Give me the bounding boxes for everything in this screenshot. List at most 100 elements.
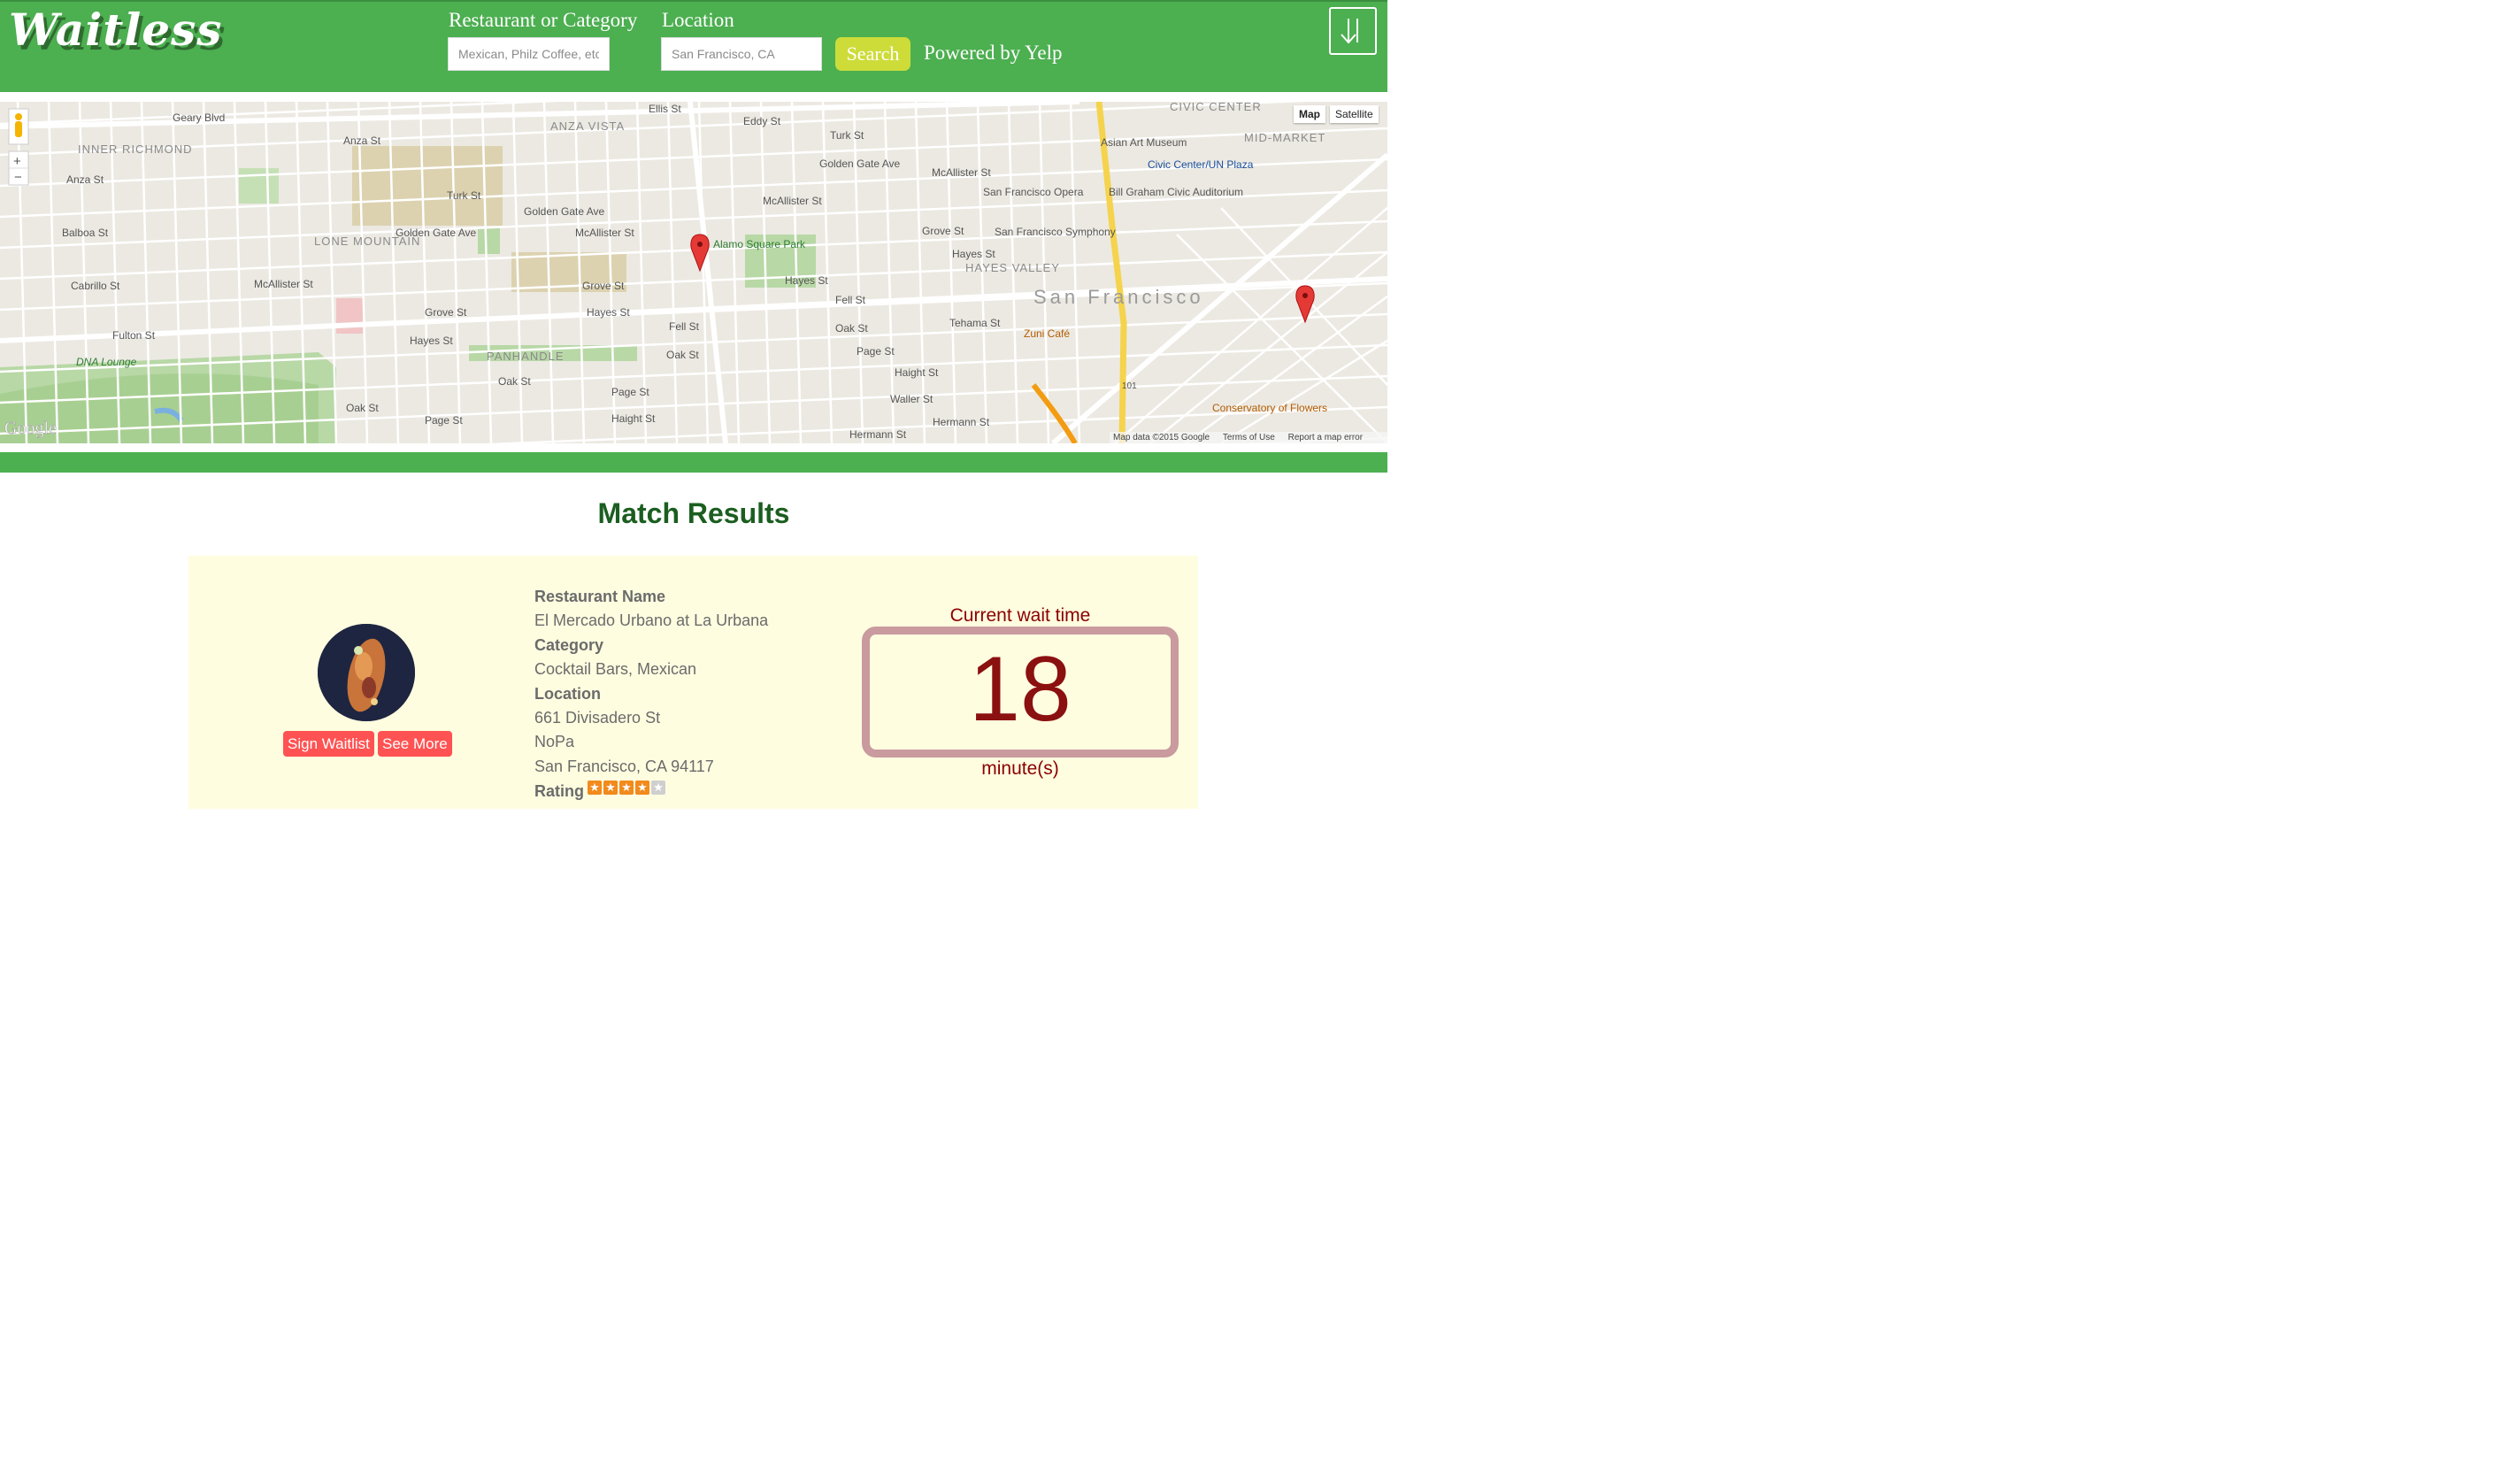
sign-waitlist-button[interactable]: Sign Waitlist bbox=[283, 731, 374, 757]
map-canvas[interactable]: Geary Blvd Anza St Anza St Balboa St Cab… bbox=[0, 102, 1387, 443]
street-label: Hayes St bbox=[785, 274, 828, 287]
street-label: Turk St bbox=[447, 189, 481, 202]
street-label: Fell St bbox=[669, 320, 700, 333]
street-label: Geary Blvd bbox=[173, 112, 225, 124]
neighborhood-label: CIVIC CENTER bbox=[1170, 102, 1262, 113]
star-icon: ★ bbox=[619, 781, 634, 795]
food-photo-icon bbox=[318, 624, 415, 721]
street-label: Oak St bbox=[666, 349, 699, 361]
location-label: Location bbox=[534, 685, 601, 703]
street-label: McAllister St bbox=[254, 278, 313, 290]
app-header: Waitless Restaurant or Category Location… bbox=[0, 0, 1387, 92]
poi-label: 101 bbox=[1122, 381, 1137, 391]
street-label: Haight St bbox=[895, 366, 939, 379]
rating-label: Rating bbox=[534, 782, 584, 800]
street-label: Oak St bbox=[835, 322, 868, 335]
street-label: McAllister St bbox=[932, 166, 991, 179]
restaurant-label: Restaurant or Category bbox=[449, 9, 638, 31]
wait-time-box: 18 bbox=[862, 627, 1179, 758]
address-line-1: 661 Divisadero St bbox=[534, 709, 661, 727]
rating-stars: ★ ★ ★ ★ ★ bbox=[588, 780, 667, 796]
zoom-out-icon[interactable]: − bbox=[14, 170, 22, 185]
street-label: McAllister St bbox=[575, 227, 634, 239]
divider-stripe bbox=[0, 452, 1387, 473]
restaurant-search-input[interactable] bbox=[448, 37, 610, 71]
freeway-ramp bbox=[1031, 383, 1078, 443]
pegman-icon[interactable] bbox=[8, 108, 29, 145]
street-label: Grove St bbox=[582, 280, 625, 292]
star-icon: ★ bbox=[588, 781, 602, 795]
street-label: McAllister St bbox=[763, 195, 822, 207]
map-type-map[interactable]: Map bbox=[1294, 105, 1325, 123]
neighborhood-label: LONE MOUNTAIN bbox=[314, 235, 420, 248]
wait-time-unit: minute(s) bbox=[981, 758, 1059, 779]
street-label: Eddy St bbox=[743, 115, 781, 127]
poi-label: Asian Art Museum bbox=[1101, 136, 1187, 149]
street-label: Anza St bbox=[66, 173, 104, 186]
zoom-in-icon[interactable]: + bbox=[13, 154, 21, 169]
street-label: Page St bbox=[425, 414, 463, 427]
neighborhood-label: MID-MARKET bbox=[1244, 131, 1325, 144]
park-areas bbox=[0, 146, 816, 443]
wait-time-value: 18 bbox=[969, 638, 1072, 741]
category-value: Cocktail Bars, Mexican bbox=[534, 660, 697, 678]
street-label: Oak St bbox=[346, 402, 379, 414]
map[interactable]: Geary Blvd Anza St Anza St Balboa St Cab… bbox=[0, 102, 1387, 443]
poi-label: San Francisco Opera bbox=[983, 186, 1084, 198]
poi-label: Bill Graham Civic Auditorium bbox=[1109, 186, 1243, 198]
neighborhood-label: PANHANDLE bbox=[487, 350, 565, 363]
google-logo: Google bbox=[4, 419, 57, 438]
address-line-2: NoPa bbox=[534, 733, 575, 750]
street-label: Turk St bbox=[830, 129, 864, 142]
street-label: Hermann St bbox=[849, 428, 907, 441]
street-label: Balboa St bbox=[62, 227, 109, 239]
street-label: Anza St bbox=[343, 135, 381, 147]
restaurant-name-label: Restaurant Name bbox=[534, 588, 666, 605]
logo[interactable]: Waitless bbox=[9, 4, 222, 56]
map-type-satellite[interactable]: Satellite bbox=[1330, 105, 1379, 123]
map-attribution-bar: Map data ©2015 Google Terms of Use Repor… bbox=[1110, 432, 1387, 443]
report-map-error-link[interactable]: Report a map error bbox=[1278, 433, 1363, 442]
restaurant-photo[interactable] bbox=[318, 624, 415, 721]
neighborhood-label: HAYES VALLEY bbox=[965, 261, 1060, 274]
street-label: Page St bbox=[857, 345, 895, 358]
street-label: Oak St bbox=[498, 375, 531, 388]
location-label: Location bbox=[662, 9, 734, 31]
street-label: Grove St bbox=[425, 306, 467, 319]
street-label: Hermann St bbox=[933, 416, 990, 428]
street-label: Hayes St bbox=[410, 335, 453, 347]
results-title: Match Results bbox=[597, 497, 790, 529]
poi-label: San Francisco Symphony bbox=[995, 226, 1116, 238]
star-icon: ★ bbox=[651, 781, 665, 795]
street-label: Fell St bbox=[835, 294, 866, 306]
result-card: Sign Waitlist See More Restaurant Name E… bbox=[188, 556, 1198, 809]
terms-link[interactable]: Terms of Use bbox=[1212, 433, 1275, 442]
street-label: Grove St bbox=[922, 225, 964, 237]
star-icon: ★ bbox=[635, 781, 649, 795]
address-line-3: San Francisco, CA 94117 bbox=[534, 758, 714, 775]
category-label: Category bbox=[534, 636, 604, 654]
search-button[interactable]: Search bbox=[835, 37, 910, 71]
powered-by-yelp: Powered by Yelp bbox=[924, 42, 1063, 64]
street-label: Page St bbox=[611, 386, 649, 398]
street-label: Haight St bbox=[611, 412, 656, 425]
download-arrows-icon bbox=[1341, 19, 1358, 44]
see-more-button[interactable]: See More bbox=[378, 731, 452, 757]
location-input[interactable] bbox=[661, 37, 822, 71]
street-label: Hayes St bbox=[952, 248, 995, 260]
poi-label: DNA Lounge bbox=[76, 356, 137, 368]
street-label: Ellis St bbox=[649, 103, 681, 115]
poi-label: Zuni Café bbox=[1024, 327, 1070, 340]
neighborhood-label: INNER RICHMOND bbox=[78, 142, 193, 156]
map-attribution: Map data ©2015 Google bbox=[1113, 433, 1210, 442]
street-label: Golden Gate Ave bbox=[819, 158, 901, 170]
neighborhood-label: ANZA VISTA bbox=[550, 119, 625, 133]
menu-toggle-button[interactable] bbox=[1329, 7, 1377, 55]
street-label: Tehama St bbox=[949, 317, 1001, 329]
city-label: San Francisco bbox=[1033, 286, 1204, 308]
street-label: Hayes St bbox=[587, 306, 630, 319]
street-label: Golden Gate Ave bbox=[524, 205, 605, 218]
star-icon: ★ bbox=[603, 781, 618, 795]
street-label: Cabrillo St bbox=[71, 280, 120, 292]
wait-time-label: Current wait time bbox=[949, 605, 1091, 626]
